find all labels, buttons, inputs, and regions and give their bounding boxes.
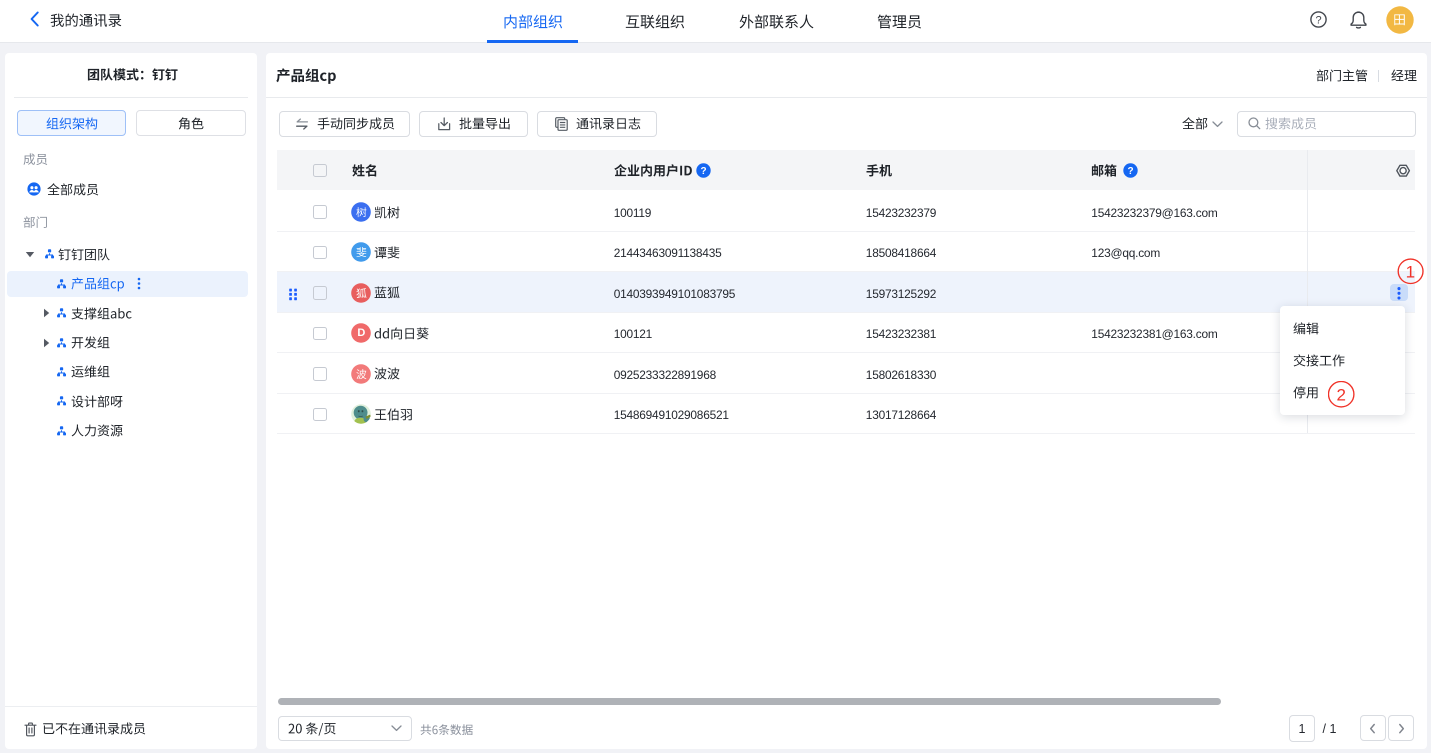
svg-text:?: ? <box>1127 166 1133 177</box>
svg-text:1: 1 <box>1405 262 1414 281</box>
svg-text:2: 2 <box>1336 385 1345 404</box>
svg-text:?: ? <box>1315 14 1321 26</box>
svg-text:?: ? <box>701 166 707 177</box>
